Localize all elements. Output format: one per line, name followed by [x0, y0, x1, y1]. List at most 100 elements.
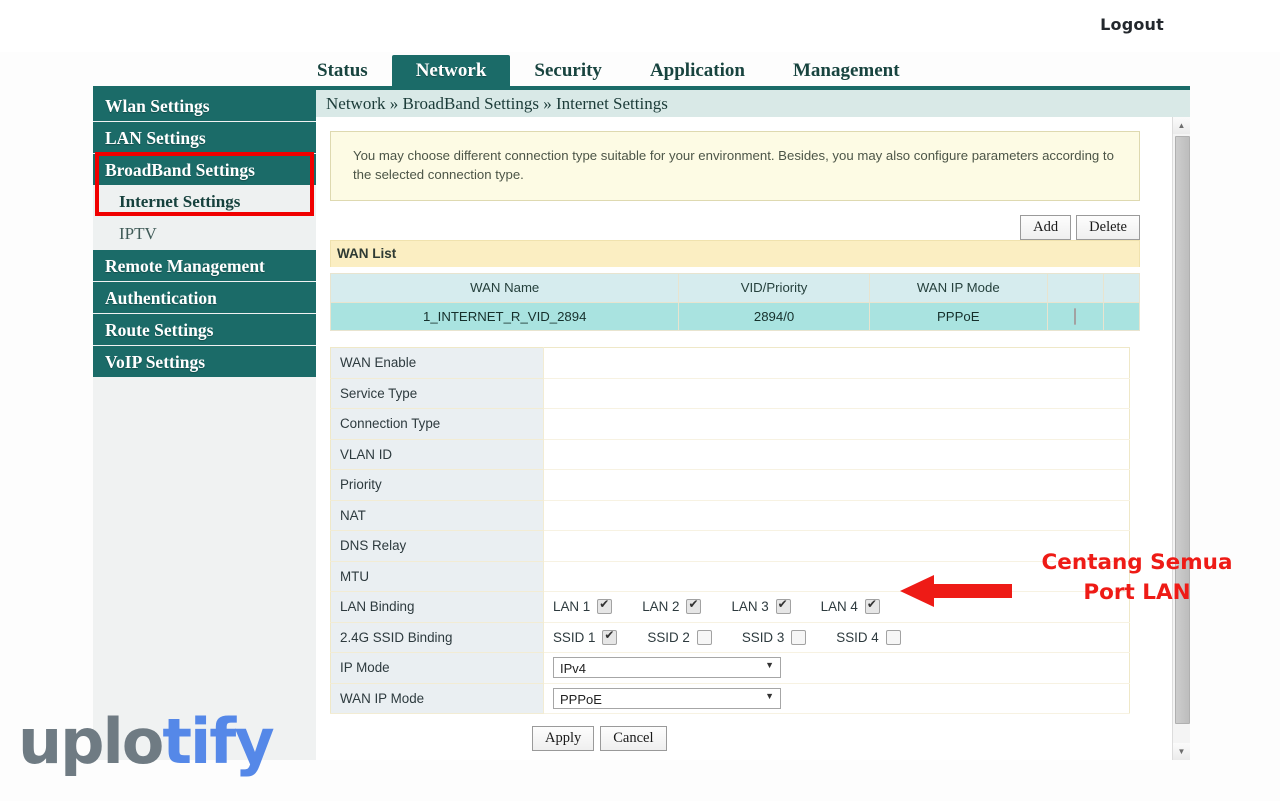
value-mtu[interactable] [544, 561, 1130, 592]
lan-binding-item-3: LAN 3 [731, 599, 790, 614]
lan-3-checkbox[interactable] [776, 599, 791, 614]
wan-ip-mode-dropdown-wrap: PPPoE [553, 688, 781, 709]
sidebar-item-broadband-settings[interactable]: BroadBand Settings [93, 154, 316, 186]
row-ip-mode: IP Mode IPv4 [331, 653, 1130, 684]
row-lan-binding: LAN Binding LAN 1 LAN 2 [331, 592, 1130, 623]
row-connection-type: Connection Type [331, 409, 1130, 440]
breadcrumb: Network » BroadBand Settings » Internet … [316, 90, 1190, 117]
cell-wan-ip-mode: PPPoE [869, 303, 1047, 331]
top-bar: Logout [0, 0, 1280, 52]
apply-button[interactable]: Apply [532, 726, 594, 751]
row-mtu: MTU [331, 561, 1130, 592]
sidebar-item-wlan-settings[interactable]: Wlan Settings [93, 90, 316, 122]
tab-network[interactable]: Network [392, 55, 511, 88]
sidebar-item-internet-settings[interactable]: Internet Settings [93, 186, 316, 218]
scroll-down-arrow-icon[interactable]: ▼ [1173, 743, 1190, 760]
ip-mode-select[interactable]: IPv4 [553, 657, 781, 678]
cancel-button[interactable]: Cancel [600, 726, 666, 751]
sidebar-item-remote-management[interactable]: Remote Management [93, 250, 316, 282]
row-priority: Priority [331, 470, 1130, 501]
row-nat: NAT [331, 500, 1130, 531]
scrollbar-thumb[interactable] [1175, 136, 1190, 724]
tab-status[interactable]: Status [293, 55, 392, 88]
wan-list-table: WAN Name VID/Priority WAN IP Mode 1_INTE… [330, 273, 1140, 331]
label-dns-relay: DNS Relay [331, 531, 544, 562]
wan-settings-form: WAN Enable Service Type Connection Type … [330, 347, 1130, 714]
bottom-bar [96, 763, 1190, 789]
ssid-binding-item-3: SSID 3 [742, 630, 806, 645]
label-mtu: MTU [331, 561, 544, 592]
tab-application[interactable]: Application [626, 55, 769, 88]
lan-binding-item-2: LAN 2 [642, 599, 701, 614]
value-vlan-id[interactable] [544, 439, 1130, 470]
sidebar-item-iptv[interactable]: IPTV [93, 218, 316, 250]
label-lan-binding: LAN Binding [331, 592, 544, 623]
sidebar: Wlan Settings LAN Settings BroadBand Set… [93, 90, 316, 760]
lan-2-checkbox[interactable] [686, 599, 701, 614]
lan-4-checkbox[interactable] [865, 599, 880, 614]
sidebar-item-route-settings[interactable]: Route Settings [93, 314, 316, 346]
label-ssid-binding: 2.4G SSID Binding [331, 622, 544, 653]
row-vlan-id: VLAN ID [331, 439, 1130, 470]
ssid-3-label: SSID 3 [742, 630, 784, 645]
add-button[interactable]: Add [1020, 215, 1071, 240]
ssid-2-checkbox[interactable] [697, 630, 712, 645]
ssid-1-checkbox[interactable] [602, 630, 617, 645]
content-area: Network » BroadBand Settings » Internet … [316, 90, 1190, 760]
lan-1-checkbox[interactable] [597, 599, 612, 614]
ssid-binding-item-4: SSID 4 [836, 630, 900, 645]
ssid-binding-item-2: SSID 2 [647, 630, 711, 645]
column-select [1047, 274, 1103, 303]
ssid-1-label: SSID 1 [553, 630, 595, 645]
wan-table-actions: Add Delete [330, 215, 1140, 240]
lan-2-label: LAN 2 [642, 599, 679, 614]
value-wan-enable[interactable] [544, 348, 1130, 379]
lan-4-label: LAN 4 [821, 599, 858, 614]
ssid-3-checkbox[interactable] [791, 630, 806, 645]
value-nat[interactable] [544, 500, 1130, 531]
ip-mode-dropdown-wrap: IPv4 [553, 657, 781, 678]
label-service-type: Service Type [331, 378, 544, 409]
value-service-type[interactable] [544, 378, 1130, 409]
tab-management[interactable]: Management [769, 55, 924, 88]
app-frame: Wlan Settings LAN Settings BroadBand Set… [93, 90, 1190, 760]
cell-vid-priority: 2894/0 [679, 303, 869, 331]
row-wan-ip-mode: WAN IP Mode PPPoE [331, 683, 1130, 714]
logout-button[interactable]: Logout [1100, 15, 1164, 34]
column-spacer [1103, 274, 1139, 303]
ssid-4-label: SSID 4 [836, 630, 878, 645]
cell-row-select [1047, 303, 1103, 331]
form-actions: Apply Cancel [330, 726, 1130, 751]
content-body: You may choose different connection type… [316, 117, 1190, 751]
sidebar-item-voip-settings[interactable]: VoIP Settings [93, 346, 316, 378]
ssid-4-checkbox[interactable] [886, 630, 901, 645]
lan-binding-item-1: LAN 1 [553, 599, 612, 614]
scroll-up-arrow-icon[interactable]: ▲ [1173, 117, 1190, 134]
vertical-scrollbar[interactable]: ▲ ▼ [1172, 117, 1190, 760]
label-priority: Priority [331, 470, 544, 501]
cell-spacer [1103, 303, 1139, 331]
wan-list-header-row: WAN Name VID/Priority WAN IP Mode [331, 274, 1140, 303]
value-dns-relay[interactable] [544, 531, 1130, 562]
lan-3-label: LAN 3 [731, 599, 768, 614]
wan-row-checkbox[interactable] [1074, 308, 1076, 325]
tab-security[interactable]: Security [510, 55, 626, 88]
wan-ip-mode-select[interactable]: PPPoE [553, 688, 781, 709]
sidebar-item-authentication[interactable]: Authentication [93, 282, 316, 314]
column-wan-name: WAN Name [331, 274, 679, 303]
label-wan-enable: WAN Enable [331, 348, 544, 379]
wan-list-title: WAN List [330, 240, 1140, 267]
value-connection-type[interactable] [544, 409, 1130, 440]
row-wan-enable: WAN Enable [331, 348, 1130, 379]
value-priority[interactable] [544, 470, 1130, 501]
label-nat: NAT [331, 500, 544, 531]
ssid-binding-group: SSID 1 SSID 2 SSID 3 [553, 630, 1128, 645]
label-wan-ip-mode: WAN IP Mode [331, 683, 544, 714]
value-lan-binding: LAN 1 LAN 2 LAN 3 [544, 592, 1130, 623]
ssid-2-label: SSID 2 [647, 630, 689, 645]
sidebar-item-lan-settings[interactable]: LAN Settings [93, 122, 316, 154]
label-connection-type: Connection Type [331, 409, 544, 440]
lan-binding-item-4: LAN 4 [821, 599, 880, 614]
table-row[interactable]: 1_INTERNET_R_VID_2894 2894/0 PPPoE [331, 303, 1140, 331]
delete-button[interactable]: Delete [1076, 215, 1140, 240]
